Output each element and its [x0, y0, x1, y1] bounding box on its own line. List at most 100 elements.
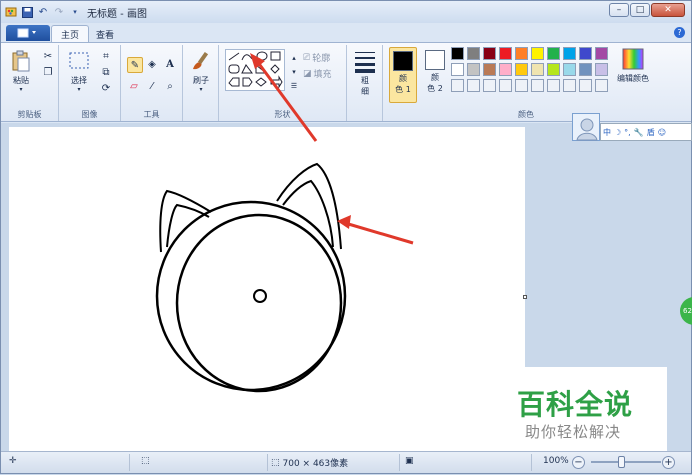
close-button[interactable]: ✕ [651, 3, 685, 17]
undo-icon[interactable]: ↶ [37, 6, 49, 18]
save-icon[interactable] [21, 6, 33, 18]
shapes-expand-icon[interactable]: ☰ [287, 79, 301, 93]
maximize-button[interactable]: □ [630, 3, 650, 17]
file-size-icon: ▣ [405, 456, 414, 466]
brushes-dropdown-icon: ▾ [199, 86, 203, 93]
ime-moon-icon[interactable]: ☽ [614, 128, 621, 137]
palette-swatch[interactable] [547, 63, 560, 76]
color2-button[interactable]: 颜 色 2 [421, 47, 449, 103]
palette-empty-slot[interactable] [563, 79, 576, 92]
palette-swatch[interactable] [483, 47, 496, 60]
color1-swatch [393, 51, 413, 71]
watermark-title: 百科全说 [517, 388, 634, 421]
resize-icon[interactable]: ⧉ [99, 65, 113, 79]
palette-swatch[interactable] [483, 63, 496, 76]
eraser-icon[interactable]: ▱ [127, 79, 141, 93]
ime-punctuation-icon[interactable]: °, [624, 128, 631, 137]
ime-avatar-icon[interactable] [572, 113, 600, 141]
minimize-button[interactable]: – [609, 3, 629, 17]
tab-view[interactable]: 查看 [87, 25, 123, 43]
zoom-out-button[interactable]: − [572, 456, 585, 469]
edit-colors-icon [622, 48, 644, 70]
quick-access-toolbar: ↶ ↷ ▾ [5, 6, 81, 18]
outline-button[interactable]: ⎚ 轮廓 [303, 51, 331, 65]
fill-button[interactable]: ◪ 填充 [303, 67, 332, 81]
palette-swatch[interactable] [499, 47, 512, 60]
palette-swatch[interactable] [579, 47, 592, 60]
drawing-canvas[interactable] [9, 127, 527, 451]
palette-swatch[interactable] [595, 47, 608, 60]
palette-swatch[interactable] [531, 63, 544, 76]
palette-swatch[interactable] [579, 63, 592, 76]
paint-app-icon[interactable] [5, 6, 17, 18]
pencil-icon[interactable]: ✎ [127, 57, 143, 73]
fill-bucket-icon[interactable]: ◈ [145, 57, 159, 71]
ribbon: 粘贴 ▾ ✂ ❐ 剪贴板 选择 ▾ ⌗ ⧉ ⟳ 图像 ✎ ◈ A ▱ ⁄ ⌕ 工… [1, 42, 691, 122]
ime-chinese-mode-icon[interactable]: 中 [603, 127, 611, 138]
cut-icon[interactable]: ✂ [41, 49, 55, 63]
redo-icon[interactable]: ↷ [53, 6, 65, 18]
palette-swatch[interactable] [467, 63, 480, 76]
customize-qat-icon[interactable]: ▾ [69, 6, 81, 18]
zoom-slider-thumb[interactable] [618, 456, 625, 468]
paste-button[interactable]: 粘贴 ▾ [9, 49, 33, 93]
fill-label: 填充 [313, 70, 332, 80]
palette-empty-slot[interactable] [531, 79, 544, 92]
selection-size-icon: ⬚ [141, 456, 150, 466]
palette-swatch[interactable] [467, 47, 480, 60]
select-label: 选择 [71, 76, 87, 85]
canvas-resize-handle-right[interactable] [523, 295, 527, 299]
copy-icon[interactable]: ❐ [41, 65, 55, 79]
size-group: 粗 细 [347, 45, 383, 121]
palette-swatch[interactable] [531, 47, 544, 60]
shapes-scroll-up-icon[interactable]: ▴ [287, 51, 301, 65]
select-button[interactable]: 选择 ▾ [67, 49, 91, 93]
title-bar: ↶ ↷ ▾ 无标题 - 画图 – □ ✕ [1, 1, 691, 23]
ime-shield-icon[interactable]: 盾 [647, 127, 655, 138]
image-group: 选择 ▾ ⌗ ⧉ ⟳ 图像 [59, 45, 121, 121]
zoom-slider-track[interactable] [591, 461, 661, 463]
palette-empty-slot[interactable] [499, 79, 512, 92]
color1-button[interactable]: 颜 色 1 [389, 47, 417, 103]
crop-icon[interactable]: ⌗ [99, 49, 113, 63]
clipboard-group: 粘贴 ▾ ✂ ❐ 剪贴板 [1, 45, 59, 121]
brushes-button[interactable]: 刷子 ▾ [189, 49, 213, 93]
shapes-group-label: 形状 [274, 110, 291, 119]
edit-colors-button[interactable]: 编辑颜色 [613, 47, 653, 84]
palette-swatch[interactable] [563, 47, 576, 60]
palette-swatch[interactable] [595, 63, 608, 76]
help-icon[interactable]: ? [674, 27, 685, 38]
status-separator [129, 454, 130, 471]
brushes-group: 刷子 ▾ [183, 45, 219, 121]
text-tool-icon[interactable]: A [163, 57, 177, 71]
canvas-size-text: 700 × 463像素 [282, 459, 349, 469]
magnifier-icon[interactable]: ⌕ [163, 79, 177, 93]
palette-empty-slot[interactable] [515, 79, 528, 92]
ime-emoji-icon[interactable]: ☺ [658, 128, 666, 137]
rotate-icon[interactable]: ⟳ [99, 81, 113, 95]
shapes-scroll-down-icon[interactable]: ▾ [287, 65, 301, 79]
palette-swatch[interactable] [451, 63, 464, 76]
palette-swatch[interactable] [515, 47, 528, 60]
ime-settings-icon[interactable]: 🔧 [634, 128, 644, 137]
zoom-in-button[interactable]: + [662, 456, 675, 469]
palette-swatch[interactable] [515, 63, 528, 76]
palette-swatch[interactable] [451, 47, 464, 60]
palette-empty-slot[interactable] [483, 79, 496, 92]
palette-swatch[interactable] [563, 63, 576, 76]
tab-home[interactable]: 主页 [51, 25, 90, 43]
shapes-gallery[interactable] [225, 49, 285, 91]
select-dropdown-icon: ▾ [77, 86, 81, 93]
palette-empty-slot[interactable] [595, 79, 608, 92]
palette-empty-slot[interactable] [579, 79, 592, 92]
palette-swatch[interactable] [499, 63, 512, 76]
status-bar: ✛ ⬚ ⬚ 700 × 463像素 ▣ 100% − + [1, 451, 691, 473]
size-button[interactable]: 粗 细 [353, 49, 377, 97]
outline-label: 轮廓 [312, 54, 331, 64]
palette-empty-slot[interactable] [547, 79, 560, 92]
color-picker-icon[interactable]: ⁄ [145, 79, 159, 93]
palette-empty-slot[interactable] [467, 79, 480, 92]
palette-empty-slot[interactable] [451, 79, 464, 92]
palette-swatch[interactable] [547, 47, 560, 60]
paint-menu-button[interactable] [6, 25, 50, 41]
